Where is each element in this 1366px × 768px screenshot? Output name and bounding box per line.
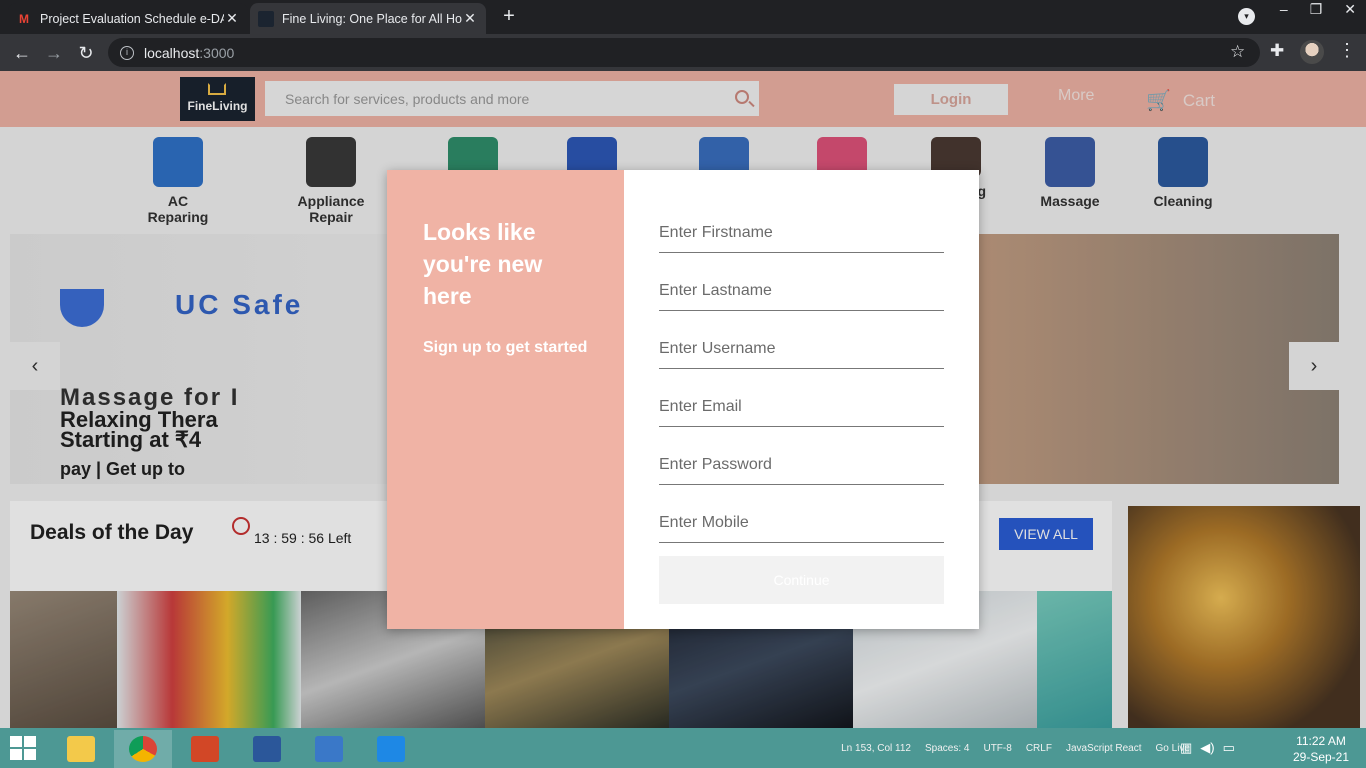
chrome-app[interactable] [114, 730, 172, 768]
tab-title: Fine Living: One Place for All Hou [282, 11, 462, 26]
line-ending[interactable]: CRLF [1026, 743, 1052, 754]
windows-start-icon[interactable] [10, 736, 36, 760]
tab-title: Project Evaluation Schedule e-DA [40, 11, 224, 26]
clock-time: 11:22 AM [1296, 734, 1346, 748]
back-icon[interactable]: ← [10, 41, 34, 65]
url-host: localhost [144, 44, 200, 61]
modal-side-panel: Looks like you're new here Sign up to ge… [387, 170, 624, 629]
notification-icon[interactable]: ▭ [1223, 740, 1235, 756]
email-field[interactable] [659, 398, 944, 416]
page: FineLiving Login More 🛒 Cart AC Reparing… [0, 71, 1366, 728]
bookmark-star-icon[interactable]: ☆ [1230, 42, 1245, 62]
reload-icon[interactable]: ↻ [74, 41, 98, 65]
new-tab-button[interactable]: + [498, 6, 520, 28]
window-controls: – ❐ ✕ [1280, 0, 1356, 18]
word-app[interactable] [238, 730, 296, 768]
forward-icon[interactable]: → [42, 41, 66, 65]
chrome-icon [129, 736, 157, 762]
vscode-app[interactable] [362, 730, 420, 768]
gmail-icon: M [19, 11, 29, 26]
powerpoint-app[interactable] [176, 730, 234, 768]
close-window-icon[interactable]: ✕ [1344, 1, 1356, 18]
tab-fineliving[interactable]: Fine Living: One Place for All Hou ✕ [250, 3, 486, 34]
password-field[interactable] [659, 456, 944, 474]
continue-button[interactable]: Continue [659, 556, 944, 604]
tab-gmail[interactable]: M Project Evaluation Schedule e-DA ✕ [8, 3, 248, 34]
cursor-position[interactable]: Ln 153, Col 112 [841, 743, 911, 754]
close-tab-icon[interactable]: ✕ [462, 10, 478, 27]
username-field-wrap [659, 340, 944, 369]
signup-modal: Looks like you're new here Sign up to ge… [387, 170, 979, 629]
browser-menu-icon[interactable]: ⋮ [1338, 40, 1356, 61]
volume-icon[interactable]: ◀) [1200, 740, 1214, 756]
photos-app[interactable] [300, 730, 358, 768]
system-clock[interactable]: 11:22 AM 29-Sep-21 [1286, 733, 1356, 765]
modal-subheading: Sign up to get started [423, 339, 588, 356]
address-bar[interactable]: i localhost:3000 [108, 38, 1260, 67]
extensions-icon[interactable]: ✚ [1270, 41, 1284, 61]
browser-toolbar: ← → ↻ i localhost:3000 ☆ ✚ ⋮ [0, 34, 1366, 71]
file-explorer-app[interactable] [52, 730, 110, 768]
password-field-wrap [659, 456, 944, 485]
profile-avatar[interactable] [1300, 40, 1324, 64]
firstname-field-wrap [659, 224, 944, 253]
powerpoint-icon [191, 736, 219, 762]
word-icon [253, 736, 281, 762]
tab-search-icon[interactable]: ▾ [1238, 8, 1255, 25]
network-icon[interactable]: ▥ [1180, 740, 1192, 756]
username-field[interactable] [659, 340, 944, 358]
folder-icon [67, 736, 95, 762]
firstname-field[interactable] [659, 224, 944, 242]
mobile-field-wrap [659, 514, 944, 543]
signup-form: Continue [624, 170, 979, 629]
encoding[interactable]: UTF-8 [983, 743, 1011, 754]
site-info-icon[interactable]: i [120, 45, 134, 60]
indentation[interactable]: Spaces: 4 [925, 743, 969, 754]
minimize-icon[interactable]: – [1280, 1, 1288, 17]
editor-status-bar: Ln 153, Col 112 Spaces: 4 UTF-8 CRLF Jav… [420, 736, 1190, 760]
clock-date: 29-Sep-21 [1292, 750, 1350, 764]
os-taskbar: Ln 153, Col 112 Spaces: 4 UTF-8 CRLF Jav… [0, 728, 1366, 768]
photos-icon [315, 736, 343, 762]
modal-heading: Looks like you're new here [423, 219, 543, 309]
url-port: :3000 [199, 44, 235, 61]
mobile-field[interactable] [659, 514, 944, 532]
email-field-wrap [659, 398, 944, 427]
browser-tab-bar: M Project Evaluation Schedule e-DA ✕ Fin… [0, 0, 1366, 34]
fineliving-icon [258, 10, 274, 27]
language-mode[interactable]: JavaScript React [1066, 743, 1142, 754]
vscode-icon [377, 736, 405, 762]
restore-icon[interactable]: ❐ [1310, 1, 1323, 18]
lastname-field[interactable] [659, 282, 944, 300]
lastname-field-wrap [659, 282, 944, 311]
close-tab-icon[interactable]: ✕ [224, 10, 240, 27]
system-tray: ▥ ◀) ▭ [1180, 740, 1235, 756]
